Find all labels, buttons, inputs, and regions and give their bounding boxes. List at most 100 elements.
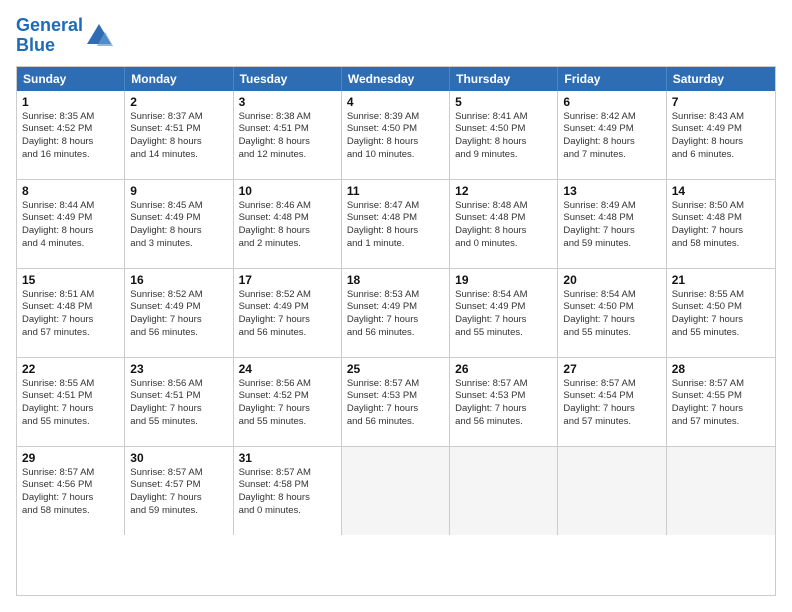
calendar-cell: 5 Sunrise: 8:41 AMSunset: 4:50 PMDaylight… <box>450 91 558 179</box>
header: General Blue <box>16 16 776 56</box>
day-number: 30 <box>130 451 227 465</box>
cell-info: Sunrise: 8:55 AMSunset: 4:51 PMDaylight:… <box>22 378 119 429</box>
calendar-cell: 30 Sunrise: 8:57 AMSunset: 4:57 PMDayligh… <box>125 447 233 535</box>
calendar-body: 1 Sunrise: 8:35 AMSunset: 4:52 PMDaylight… <box>17 91 775 535</box>
cell-info: Sunrise: 8:57 AMSunset: 4:55 PMDaylight:… <box>672 378 770 429</box>
day-number: 10 <box>239 184 336 198</box>
cell-info: Sunrise: 8:49 AMSunset: 4:48 PMDaylight:… <box>563 200 660 251</box>
cell-info: Sunrise: 8:57 AMSunset: 4:54 PMDaylight:… <box>563 378 660 429</box>
cell-info: Sunrise: 8:55 AMSunset: 4:50 PMDaylight:… <box>672 289 770 340</box>
page: General Blue SundayMondayTuesdayWednesda… <box>0 0 792 612</box>
cell-info: Sunrise: 8:54 AMSunset: 4:50 PMDaylight:… <box>563 289 660 340</box>
cell-info: Sunrise: 8:46 AMSunset: 4:48 PMDaylight:… <box>239 200 336 251</box>
day-of-week-header: Wednesday <box>342 67 450 91</box>
calendar-cell: 29Sunrise: 8:57 AMSunset: 4:56 PMDayligh… <box>17 447 125 535</box>
day-number: 17 <box>239 273 336 287</box>
calendar-cell: 16Sunrise: 8:52 AMSunset: 4:49 PMDayligh… <box>125 269 233 357</box>
calendar-cell: 1 Sunrise: 8:35 AMSunset: 4:52 PMDaylight… <box>17 91 125 179</box>
calendar-cell <box>558 447 666 535</box>
calendar-cell <box>450 447 558 535</box>
calendar-cell: 14 Sunrise: 8:50 AMSunset: 4:48 PMDayligh… <box>667 180 775 268</box>
calendar-cell: 25 Sunrise: 8:57 AMSunset: 4:53 PMDayligh… <box>342 358 450 446</box>
calendar-cell: 2Sunrise: 8:37 AMSunset: 4:51 PMDaylight… <box>125 91 233 179</box>
calendar-cell: 9 Sunrise: 8:45 AMSunset: 4:49 PMDaylight… <box>125 180 233 268</box>
cell-info: Sunrise: 8:38 AMSunset: 4:51 PMDaylight:… <box>239 111 336 162</box>
cell-info: Sunrise: 8:41 AMSunset: 4:50 PMDaylight:… <box>455 111 552 162</box>
calendar-cell: 11 Sunrise: 8:47 AMSunset: 4:48 PMDayligh… <box>342 180 450 268</box>
calendar-header: SundayMondayTuesdayWednesdayThursdayFrid… <box>17 67 775 91</box>
day-number: 1 <box>22 95 119 109</box>
calendar-cell: 21 Sunrise: 8:55 AMSunset: 4:50 PMDayligh… <box>667 269 775 357</box>
day-number: 25 <box>347 362 444 376</box>
day-of-week-header: Friday <box>558 67 666 91</box>
day-number: 15 <box>22 273 119 287</box>
calendar-cell: 4 Sunrise: 8:39 AMSunset: 4:50 PMDaylight… <box>342 91 450 179</box>
calendar-cell: 8Sunrise: 8:44 AMSunset: 4:49 PMDaylight… <box>17 180 125 268</box>
calendar-cell: 17 Sunrise: 8:52 AMSunset: 4:49 PMDayligh… <box>234 269 342 357</box>
calendar-week-row: 15Sunrise: 8:51 AMSunset: 4:48 PMDayligh… <box>17 268 775 357</box>
day-of-week-header: Saturday <box>667 67 775 91</box>
day-number: 23 <box>130 362 227 376</box>
calendar-cell: 23 Sunrise: 8:56 AMSunset: 4:51 PMDayligh… <box>125 358 233 446</box>
cell-info: Sunrise: 8:42 AMSunset: 4:49 PMDaylight:… <box>563 111 660 162</box>
calendar-cell: 15Sunrise: 8:51 AMSunset: 4:48 PMDayligh… <box>17 269 125 357</box>
day-number: 12 <box>455 184 552 198</box>
cell-info: Sunrise: 8:57 AMSunset: 4:53 PMDaylight:… <box>455 378 552 429</box>
calendar-cell <box>667 447 775 535</box>
calendar-cell: 22 Sunrise: 8:55 AMSunset: 4:51 PMDayligh… <box>17 358 125 446</box>
day-number: 5 <box>455 95 552 109</box>
cell-info: Sunrise: 8:45 AMSunset: 4:49 PMDaylight:… <box>130 200 227 251</box>
cell-info: Sunrise: 8:57 AMSunset: 4:58 PMDaylight:… <box>239 467 336 518</box>
cell-info: Sunrise: 8:52 AMSunset: 4:49 PMDaylight:… <box>239 289 336 340</box>
day-number: 21 <box>672 273 770 287</box>
calendar-week-row: 1 Sunrise: 8:35 AMSunset: 4:52 PMDaylight… <box>17 91 775 179</box>
cell-info: Sunrise: 8:47 AMSunset: 4:48 PMDaylight:… <box>347 200 444 251</box>
day-number: 4 <box>347 95 444 109</box>
day-number: 26 <box>455 362 552 376</box>
day-number: 22 <box>22 362 119 376</box>
day-number: 18 <box>347 273 444 287</box>
day-number: 2 <box>130 95 227 109</box>
calendar-cell <box>342 447 450 535</box>
calendar-week-row: 29Sunrise: 8:57 AMSunset: 4:56 PMDayligh… <box>17 446 775 535</box>
calendar: SundayMondayTuesdayWednesdayThursdayFrid… <box>16 66 776 596</box>
day-of-week-header: Sunday <box>17 67 125 91</box>
cell-info: Sunrise: 8:57 AMSunset: 4:57 PMDaylight:… <box>130 467 227 518</box>
calendar-cell: 18Sunrise: 8:53 AMSunset: 4:49 PMDayligh… <box>342 269 450 357</box>
day-of-week-header: Thursday <box>450 67 558 91</box>
day-number: 20 <box>563 273 660 287</box>
calendar-cell: 13Sunrise: 8:49 AMSunset: 4:48 PMDayligh… <box>558 180 666 268</box>
day-of-week-header: Monday <box>125 67 233 91</box>
calendar-week-row: 22 Sunrise: 8:55 AMSunset: 4:51 PMDayligh… <box>17 357 775 446</box>
calendar-cell: 6 Sunrise: 8:42 AMSunset: 4:49 PMDaylight… <box>558 91 666 179</box>
calendar-cell: 26 Sunrise: 8:57 AMSunset: 4:53 PMDayligh… <box>450 358 558 446</box>
day-number: 11 <box>347 184 444 198</box>
cell-info: Sunrise: 8:35 AMSunset: 4:52 PMDaylight:… <box>22 111 119 162</box>
logo: General Blue <box>16 16 113 56</box>
day-of-week-header: Tuesday <box>234 67 342 91</box>
cell-info: Sunrise: 8:39 AMSunset: 4:50 PMDaylight:… <box>347 111 444 162</box>
calendar-cell: 7 Sunrise: 8:43 AMSunset: 4:49 PMDaylight… <box>667 91 775 179</box>
logo-icon <box>85 22 113 50</box>
calendar-cell: 19Sunrise: 8:54 AMSunset: 4:49 PMDayligh… <box>450 269 558 357</box>
day-number: 24 <box>239 362 336 376</box>
day-number: 14 <box>672 184 770 198</box>
calendar-week-row: 8Sunrise: 8:44 AMSunset: 4:49 PMDaylight… <box>17 179 775 268</box>
day-number: 6 <box>563 95 660 109</box>
cell-info: Sunrise: 8:57 AMSunset: 4:53 PMDaylight:… <box>347 378 444 429</box>
calendar-cell: 20 Sunrise: 8:54 AMSunset: 4:50 PMDayligh… <box>558 269 666 357</box>
day-number: 9 <box>130 184 227 198</box>
cell-info: Sunrise: 8:43 AMSunset: 4:49 PMDaylight:… <box>672 111 770 162</box>
day-number: 31 <box>239 451 336 465</box>
cell-info: Sunrise: 8:50 AMSunset: 4:48 PMDaylight:… <box>672 200 770 251</box>
calendar-cell: 31 Sunrise: 8:57 AMSunset: 4:58 PMDayligh… <box>234 447 342 535</box>
calendar-cell: 27Sunrise: 8:57 AMSunset: 4:54 PMDayligh… <box>558 358 666 446</box>
day-number: 28 <box>672 362 770 376</box>
day-number: 29 <box>22 451 119 465</box>
day-number: 7 <box>672 95 770 109</box>
cell-info: Sunrise: 8:56 AMSunset: 4:52 PMDaylight:… <box>239 378 336 429</box>
calendar-cell: 28 Sunrise: 8:57 AMSunset: 4:55 PMDayligh… <box>667 358 775 446</box>
cell-info: Sunrise: 8:56 AMSunset: 4:51 PMDaylight:… <box>130 378 227 429</box>
day-number: 16 <box>130 273 227 287</box>
calendar-cell: 12Sunrise: 8:48 AMSunset: 4:48 PMDayligh… <box>450 180 558 268</box>
